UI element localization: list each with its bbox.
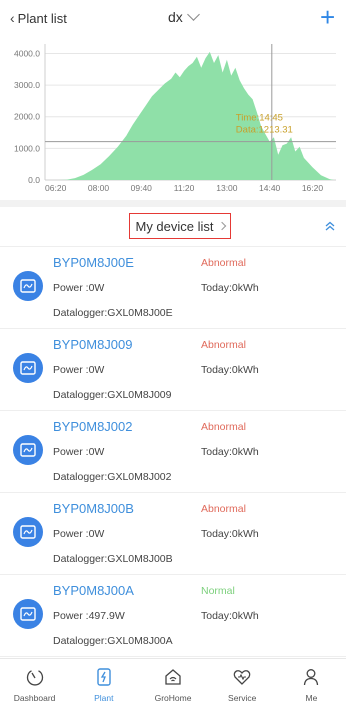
device-datalogger: Datalogger:GXL0M8J00A [53, 635, 173, 647]
device-power: Power :497.9W [53, 610, 125, 622]
tab-service[interactable]: Service [208, 659, 277, 706]
device-today-energy: Today:0kWh [201, 528, 259, 540]
device-icon [13, 271, 43, 301]
y-tick-label: 0.0 [28, 175, 40, 185]
plant-icon [97, 668, 111, 686]
double-chevron-up-icon[interactable] [323, 219, 337, 233]
device-serial: BYP0M8J00B [53, 501, 134, 516]
power-chart-svg: 0.0 1000.0 2000.0 3000.0 4000.0 06:20 08:00 09:… [14, 44, 336, 193]
y-tick-label: 1000.0 [14, 143, 40, 153]
device-today-energy: Today:0kWh [201, 364, 259, 376]
bottom-tab-bar: Dashboard Plant GroHome Service Me [0, 658, 346, 706]
back-label: Plant list [17, 10, 67, 26]
device-status: Abnormal [201, 257, 246, 269]
series-area [57, 51, 334, 181]
device-list-title: My device list [135, 218, 214, 234]
chevron-down-icon [186, 8, 200, 21]
tab-me[interactable]: Me [277, 659, 346, 706]
device-datalogger: Datalogger:GXL0M8J00E [53, 307, 173, 319]
device-power: Power :0W [53, 528, 105, 540]
tab-dashboard[interactable]: Dashboard [0, 659, 69, 706]
device-datalogger: Datalogger:GXL0M8J00B [53, 553, 173, 565]
section-separator [0, 200, 346, 207]
device-power: Power :0W [53, 446, 105, 458]
service-icon [233, 670, 251, 685]
device-serial: BYP0M8J002 [53, 419, 133, 434]
plant-selector[interactable]: dx [168, 8, 200, 25]
device-row[interactable]: BYP0M8J00A Normal Power :497.9W Today:0k… [0, 575, 346, 657]
device-power: Power :0W [53, 364, 105, 376]
me-icon [304, 669, 319, 686]
device-serial: BYP0M8J009 [53, 337, 133, 352]
tab-label: Plant [94, 693, 114, 703]
tab-label: Me [305, 693, 318, 703]
device-row[interactable]: BYP0M8J002 Abnormal Power :0W Today:0kWh… [0, 411, 346, 493]
device-status: Abnormal [201, 503, 246, 515]
device-today-energy: Today:0kWh [201, 282, 259, 294]
device-datalogger: Datalogger:GXL0M8J002 [53, 471, 172, 483]
tab-label: Dashboard [13, 693, 56, 703]
x-tick-label: 09:40 [131, 183, 153, 193]
top-bar: ‹ Plant list dx + [0, 0, 346, 36]
y-tick-label: 2000.0 [14, 112, 40, 122]
my-device-list-button[interactable]: My device list [129, 213, 231, 239]
tab-label: GroHome [154, 693, 192, 703]
device-today-energy: Today:0kWh [201, 610, 259, 622]
device-status: Abnormal [201, 421, 246, 433]
add-button[interactable]: + [320, 4, 335, 30]
device-icon [13, 435, 43, 465]
y-tick-label: 4000.0 [14, 48, 40, 58]
tab-plant[interactable]: Plant [69, 659, 138, 706]
device-row[interactable]: BYP0M8J00B Abnormal Power :0W Today:0kWh… [0, 493, 346, 575]
device-icon [13, 517, 43, 547]
x-tick-label: 08:00 [88, 183, 110, 193]
x-tick-label: 16:20 [302, 183, 324, 193]
grohome-icon [165, 669, 181, 685]
x-tick-label: 14:40 [259, 183, 281, 193]
back-to-plant-list[interactable]: ‹ Plant list [10, 10, 67, 26]
plant-name: dx [168, 9, 183, 25]
device-list: BYP0M8J00E Abnormal Power :0W Today:0kWh… [0, 247, 346, 657]
chevron-right-icon [217, 221, 226, 231]
device-icon [13, 599, 43, 629]
device-datalogger: Datalogger:GXL0M8J009 [53, 389, 172, 401]
crosshair-time-label: Time:14:45 [236, 113, 283, 124]
device-status: Abnormal [201, 339, 246, 351]
y-tick-label: 3000.0 [14, 80, 40, 90]
dashboard-icon [26, 670, 43, 686]
device-icon [13, 353, 43, 383]
device-row[interactable]: BYP0M8J00E Abnormal Power :0W Today:0kWh… [0, 247, 346, 329]
device-status: Normal [201, 585, 235, 597]
device-serial: BYP0M8J00A [53, 583, 134, 598]
chevron-left-icon: ‹ [10, 10, 15, 26]
x-tick-label: 06:20 [45, 183, 67, 193]
device-power: Power :0W [53, 282, 105, 294]
device-today-energy: Today:0kWh [201, 446, 259, 458]
x-tick-label: 13:00 [216, 183, 238, 193]
tab-grohome[interactable]: GroHome [138, 659, 207, 706]
device-row[interactable]: BYP0M8J009 Abnormal Power :0W Today:0kWh… [0, 329, 346, 411]
x-tick-label: 11:20 [174, 183, 195, 193]
power-chart[interactable]: 0.0 1000.0 2000.0 3000.0 4000.0 06:20 08:00 09:… [0, 40, 346, 200]
device-list-header: My device list [0, 207, 346, 247]
device-serial: BYP0M8J00E [53, 255, 134, 270]
tab-label: Service [228, 693, 257, 703]
crosshair-data-label: Data:1213.31 [236, 125, 293, 136]
